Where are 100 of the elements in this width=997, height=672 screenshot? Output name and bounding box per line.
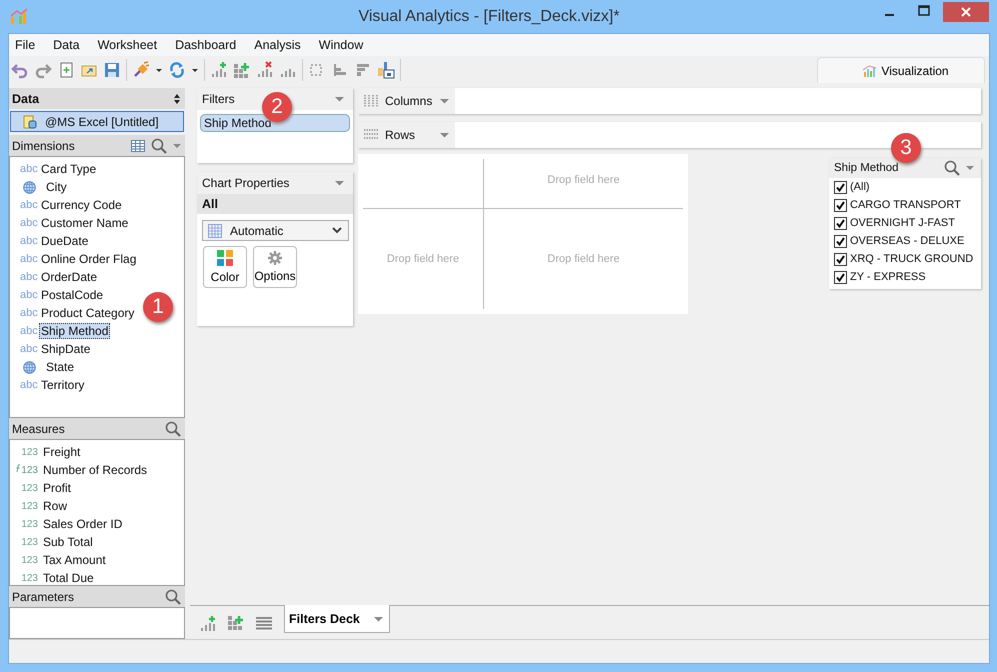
visualization-tab[interactable]: Visualization — [817, 57, 985, 83]
type-label: 123 — [20, 536, 39, 548]
add-dashboard-icon[interactable] — [228, 614, 244, 630]
type-label: abc — [20, 217, 39, 229]
field-item[interactable]: Card Type — [39, 161, 98, 177]
search-icon[interactable] — [944, 160, 960, 176]
addchart-icon[interactable] — [210, 61, 228, 79]
field-item[interactable]: Number of Records — [41, 462, 150, 478]
list-icon[interactable] — [256, 616, 272, 630]
save-icon[interactable] — [103, 61, 121, 79]
field-item[interactable]: Freight — [41, 444, 82, 460]
menu-item[interactable]: Worksheet — [96, 38, 160, 52]
type-label: abc — [20, 235, 39, 247]
property-button[interactable]: Options — [253, 246, 297, 288]
field-item[interactable]: PostalCode — [39, 287, 106, 303]
rows-icon — [363, 128, 379, 142]
type-label: 123 — [20, 500, 39, 512]
field-item[interactable]: OrderDate — [39, 269, 100, 285]
add-chart-icon[interactable] — [200, 614, 216, 630]
caret-icon — [374, 616, 383, 622]
type-label: 123 — [20, 554, 39, 566]
menu-item[interactable]: Window — [316, 38, 366, 52]
type-label: abc — [20, 199, 39, 211]
type-label: abc — [20, 325, 39, 337]
filter-pill[interactable]: Ship Method — [200, 114, 350, 132]
panel-header: Dimensions — [9, 135, 185, 156]
field-item[interactable]: Customer Name — [39, 215, 130, 231]
bar-chart-icon — [10, 8, 28, 24]
panel-title: Filters — [202, 92, 235, 106]
menu-item[interactable]: Dashboard — [173, 38, 238, 52]
checkbox-label[interactable]: (All) — [850, 181, 870, 193]
panel-header: Measures — [9, 418, 185, 439]
type-label: abc — [20, 289, 39, 301]
delchart-icon[interactable] — [256, 61, 274, 79]
redo-icon[interactable] — [34, 61, 52, 79]
field-item[interactable]: Profit — [41, 480, 74, 496]
drop-hint: Drop field here — [547, 174, 620, 186]
search-icon[interactable] — [151, 138, 167, 154]
window-title: Visual Analytics - [Filters_Deck.vizx]* — [358, 8, 620, 26]
undo-icon[interactable] — [11, 61, 29, 79]
checkbox-label[interactable]: OVERSEAS - DELUXE — [850, 235, 964, 247]
sort-icon[interactable] — [173, 92, 181, 104]
field-item[interactable]: Ship Method — [39, 323, 110, 339]
checkbox-label[interactable]: CARGO TRANSPORT — [850, 199, 961, 211]
table-icon[interactable] — [131, 140, 145, 152]
data-source-item[interactable]: @MS Excel [Untitled] — [10, 111, 184, 132]
field-item[interactable]: City — [44, 179, 69, 195]
barsort-icon[interactable] — [354, 61, 372, 79]
grid-icon — [208, 224, 222, 238]
field-item[interactable]: Online Order Flag — [39, 251, 138, 267]
checkbox-label[interactable]: OVERNIGHT J-FAST — [850, 217, 955, 229]
field-item[interactable]: ShipDate — [39, 341, 92, 357]
plug-icon[interactable] — [132, 61, 150, 79]
filter-card-title: Ship Method — [834, 162, 899, 174]
type-label: 123 — [20, 446, 39, 458]
sheet-tab[interactable]: Filters Deck — [284, 605, 390, 633]
field-item[interactable]: Territory — [39, 377, 86, 393]
menu-item[interactable]: Data — [51, 38, 82, 52]
addgrid-icon[interactable] — [233, 61, 251, 79]
barleft-icon[interactable] — [331, 61, 349, 79]
globe-icon — [23, 180, 36, 194]
close-button[interactable] — [943, 2, 989, 22]
refresh-icon[interactable] — [168, 61, 186, 79]
gear-icon — [268, 251, 282, 265]
checkbox[interactable] — [834, 216, 847, 230]
chart-icon — [863, 64, 878, 77]
checkbox[interactable] — [834, 198, 847, 212]
checkbox-label[interactable]: ZY - EXPRESS — [850, 271, 926, 283]
checkbox[interactable] — [834, 252, 847, 266]
menu-item[interactable]: File — [13, 38, 38, 52]
checkbox-label[interactable]: XRQ - TRUCK GROUND — [850, 253, 974, 265]
globe-icon — [23, 360, 36, 374]
field-item[interactable]: Tax Amount — [41, 552, 108, 568]
drop-hint: Drop field here — [386, 253, 460, 265]
field-item[interactable]: State — [44, 359, 76, 375]
type-label: abc — [20, 253, 39, 265]
field-item[interactable]: DueDate — [39, 233, 90, 249]
property-button[interactable]: Color — [203, 246, 247, 288]
checkbox[interactable] — [834, 180, 847, 194]
type-label: 123 — [20, 482, 39, 494]
field-item[interactable]: Sales Order ID — [41, 516, 124, 532]
search-icon[interactable] — [165, 420, 181, 436]
mark-type-dropdown[interactable]: Automatic — [202, 220, 349, 241]
search-icon[interactable] — [165, 588, 181, 604]
section-header: All — [197, 194, 353, 214]
shelf-drop-zone[interactable]: Columns — [358, 88, 981, 114]
type-label: abc — [20, 163, 39, 175]
field-item[interactable]: Row — [41, 498, 70, 514]
field-item[interactable]: Product Category — [39, 305, 136, 321]
export-icon[interactable] — [377, 61, 395, 79]
field-item[interactable]: Total Due — [41, 570, 96, 586]
menu-item[interactable]: Analysis — [252, 38, 303, 52]
field-item[interactable]: Currency Code — [39, 197, 124, 213]
checkbox[interactable] — [834, 234, 847, 248]
chevron-icon — [332, 227, 342, 234]
type-label: abc — [20, 307, 39, 319]
type-label: 123 — [20, 464, 39, 476]
checkbox[interactable] — [834, 270, 847, 284]
field-item[interactable]: Sub Total — [41, 534, 95, 550]
type-label: abc — [20, 343, 39, 355]
